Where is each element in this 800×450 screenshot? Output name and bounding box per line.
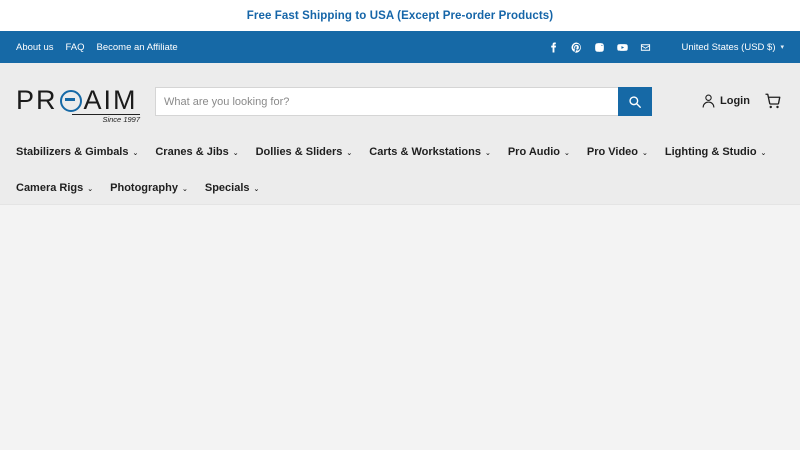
chevron-down-icon: ⌄ xyxy=(181,186,188,193)
nav-item-photography[interactable]: Photography ⌄ xyxy=(110,182,188,194)
chevron-down-icon: ⌄ xyxy=(346,150,353,157)
email-icon[interactable] xyxy=(639,41,652,54)
pinterest-icon[interactable] xyxy=(570,41,583,54)
nav-item-dollies-sliders[interactable]: Dollies & Sliders ⌄ xyxy=(256,146,353,158)
nav-item-camera-rigs[interactable]: Camera Rigs ⌄ xyxy=(16,182,93,194)
utility-bar: About us FAQ Become an Affiliate United … xyxy=(0,31,800,63)
faq-link[interactable]: FAQ xyxy=(66,42,85,53)
utility-right: United States (USD $) ▾ xyxy=(547,41,785,54)
login-label: Login xyxy=(720,95,750,107)
cart-icon[interactable] xyxy=(764,92,782,110)
chevron-down-icon: ⌄ xyxy=(760,150,767,157)
chevron-down-icon: ⌄ xyxy=(642,150,648,157)
logo-o-icon xyxy=(59,89,82,112)
nav-item-cranes-jibs[interactable]: Cranes & Jibs ⌄ xyxy=(155,146,238,158)
site-header: PR AIM Since 1997 Login Stabilizers & Gim… xyxy=(0,63,800,205)
about-us-link[interactable]: About us xyxy=(16,42,54,53)
nav-label: Specials xyxy=(204,182,250,194)
user-icon xyxy=(702,94,715,108)
youtube-icon[interactable] xyxy=(616,41,629,54)
become-affiliate-link[interactable]: Become an Affiliate xyxy=(97,42,178,53)
chevron-down-icon: ⌄ xyxy=(132,150,139,157)
currency-label: United States (USD $) xyxy=(681,41,776,53)
nav-row-2: Camera Rigs ⌄ Photography ⌄ Specials ⌄ xyxy=(16,179,784,197)
logo-text-start: PR xyxy=(16,85,58,115)
proaim-logo[interactable]: PR AIM Since 1997 xyxy=(16,85,142,124)
nav-item-specials[interactable]: Specials ⌄ xyxy=(205,182,260,194)
nav-label: Carts & Workstations xyxy=(369,146,481,158)
facebook-icon[interactable] xyxy=(547,41,560,54)
social-icons xyxy=(547,41,652,54)
nav-item-carts-workstations[interactable]: Carts & Workstations ⌄ xyxy=(369,146,491,158)
search-button[interactable] xyxy=(618,87,652,116)
currency-selector[interactable]: United States (USD $) ▾ xyxy=(682,42,785,53)
nav-item-lighting-studio[interactable]: Lighting & Studio ⌄ xyxy=(665,146,767,158)
chevron-down-icon: ⌄ xyxy=(563,150,570,157)
search-icon xyxy=(629,95,641,108)
logo-since: Since 1997 xyxy=(72,114,140,124)
nav-row-1: Stabilizers & Gimbals ⌄ Cranes & Jibs ⌄ Do… xyxy=(16,143,784,161)
nav-label: Dollies & Sliders xyxy=(255,146,343,158)
nav-label: Pro Video xyxy=(586,146,639,158)
main-content xyxy=(0,205,800,450)
nav-label: Camera Rigs xyxy=(16,182,84,194)
chevron-down-icon: ⌄ xyxy=(253,186,260,193)
announcement-text: Free Fast Shipping to USA (Except Pre-or… xyxy=(246,9,554,22)
logo-text-end: AIM xyxy=(83,85,138,115)
nav-label: Pro Audio xyxy=(507,146,560,158)
utility-links: About us FAQ Become an Affiliate xyxy=(16,42,178,53)
nav-item-pro-video[interactable]: Pro Video ⌄ xyxy=(587,146,648,158)
announcement-bar: Free Fast Shipping to USA (Except Pre-or… xyxy=(0,0,800,31)
nav-label: Stabilizers & Gimbals xyxy=(16,146,129,158)
nav-item-stabilizers-gimbals[interactable]: Stabilizers & Gimbals ⌄ xyxy=(16,146,138,158)
chevron-down-icon: ⌄ xyxy=(484,150,491,157)
instagram-icon[interactable] xyxy=(593,41,606,54)
chevron-down-icon: ▾ xyxy=(780,44,784,51)
chevron-down-icon: ⌄ xyxy=(232,150,239,157)
nav-label: Lighting & Studio xyxy=(664,146,757,158)
search-bar xyxy=(155,87,652,116)
nav-label: Cranes & Jibs xyxy=(155,146,229,158)
nav-label: Photography xyxy=(110,182,178,194)
main-nav: Stabilizers & Gimbals ⌄ Cranes & Jibs ⌄ Do… xyxy=(16,143,784,197)
chevron-down-icon: ⌄ xyxy=(87,186,94,193)
search-input[interactable] xyxy=(155,87,618,116)
login-link[interactable]: Login xyxy=(702,94,750,108)
nav-item-pro-audio[interactable]: Pro Audio ⌄ xyxy=(508,146,570,158)
